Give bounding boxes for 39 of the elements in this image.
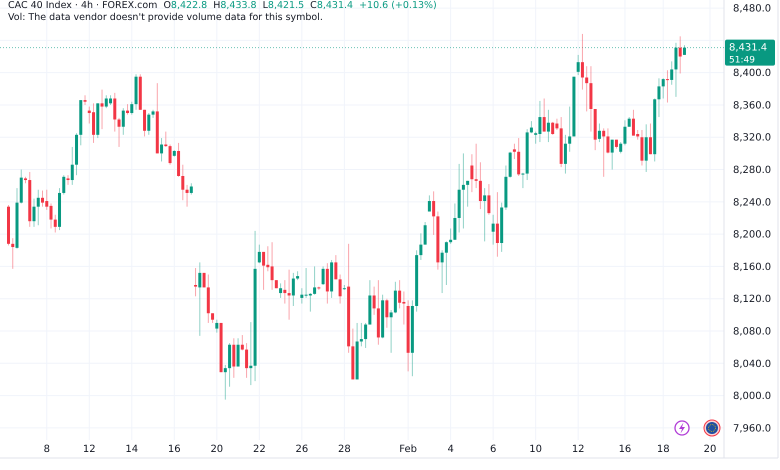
price-axis-label: 8,240.0 xyxy=(733,197,772,208)
price-axis-label: 8,120.0 xyxy=(733,294,772,306)
ohlc-value: H8,433.8 xyxy=(213,0,257,11)
price-axis-label: 8,360.0 xyxy=(733,100,772,112)
date-axis-label: 8 xyxy=(44,444,50,455)
symbol-title: CAC 40 Index · 4h · FOREX.com xyxy=(8,0,158,11)
date-axis-label: 16 xyxy=(168,444,181,455)
price-axis-label: 8,040.0 xyxy=(733,358,772,370)
date-axis-label: 26 xyxy=(295,444,308,455)
ohlc-value: C8,431.4 xyxy=(310,0,354,11)
date-axis-label: 14 xyxy=(125,444,138,455)
date-axis-label: 22 xyxy=(252,444,266,455)
price-axis-label: 7,960.0 xyxy=(733,423,772,434)
price-axis-label: 8,480.0 xyxy=(733,4,772,15)
date-axis-label: 20 xyxy=(704,444,716,455)
price-change: +10.6 (+0.13%) xyxy=(359,0,437,11)
price-axis-label: 8,400.0 xyxy=(733,68,772,80)
price-axis-label: 8,080.0 xyxy=(733,326,772,338)
price-axis-label: 8,320.0 xyxy=(733,132,772,144)
price-label: 8,431.4 51:49 xyxy=(725,40,775,66)
price-axis-label: 8,280.0 xyxy=(733,165,772,176)
volume-notice: Vol: The data vendor doesn't provide volume data for this symbol. xyxy=(8,12,324,23)
date-axis-label: 20 xyxy=(210,444,224,455)
price-axis-label: 8,000.0 xyxy=(733,391,772,402)
date-axis-label: 6 xyxy=(490,444,496,455)
date-axis-label: 18 xyxy=(656,444,670,455)
flag-icon[interactable] xyxy=(704,420,720,436)
ohlc-value: O8,422.8 xyxy=(163,0,208,11)
date-axis-label: 12 xyxy=(572,444,585,455)
ohlc-value: L8,421.5 xyxy=(262,0,304,11)
price-axis-label: 8,200.0 xyxy=(733,230,772,241)
date-axis-label: 16 xyxy=(618,444,632,455)
price-axis-label: 8,160.0 xyxy=(733,262,772,273)
date-axis-label: Feb xyxy=(399,444,417,455)
lightning-icon[interactable] xyxy=(674,420,690,436)
date-axis-label: 12 xyxy=(82,444,96,455)
date-axis-label: 10 xyxy=(529,444,542,455)
date-axis-label: 28 xyxy=(338,444,351,455)
date-axis-label: 4 xyxy=(447,444,454,455)
